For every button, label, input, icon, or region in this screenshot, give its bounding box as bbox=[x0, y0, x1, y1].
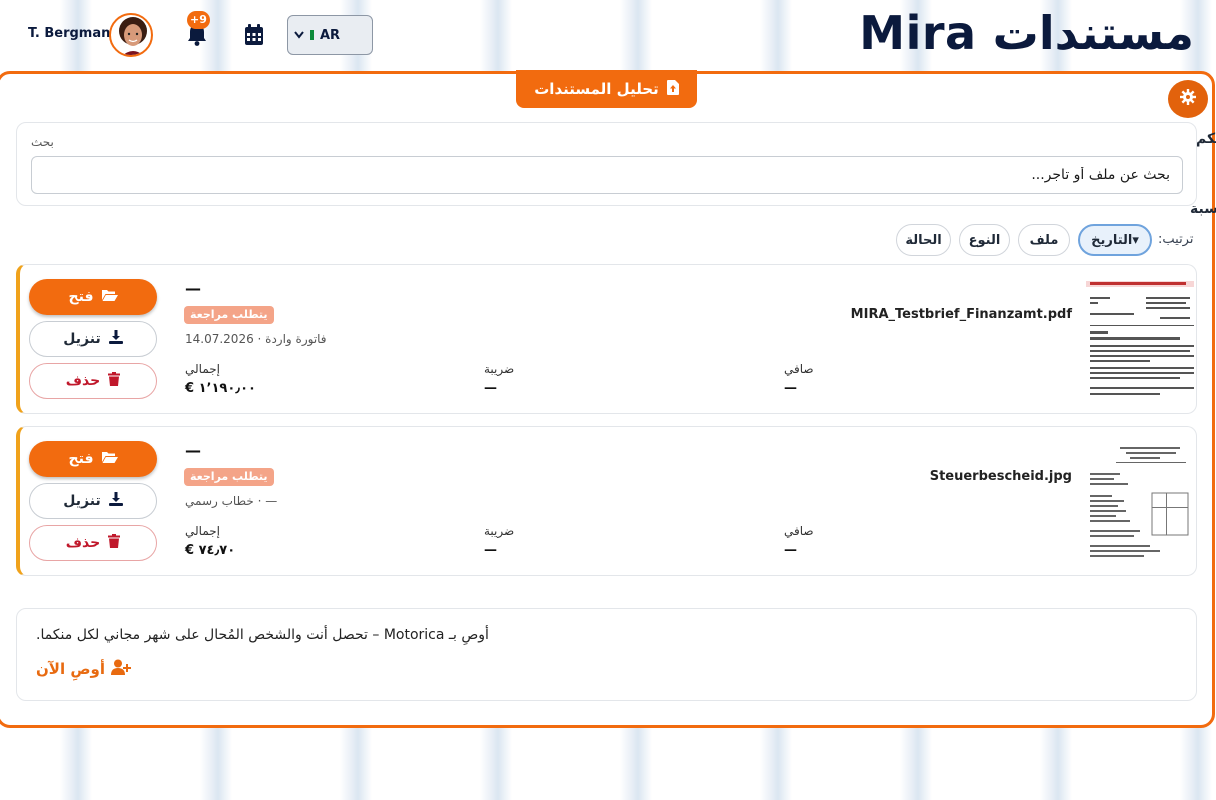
tax-value: — bbox=[484, 381, 497, 396]
upload-label: تحليل المستندات bbox=[534, 80, 659, 98]
document-title: — bbox=[185, 279, 201, 298]
net-label: صافي bbox=[784, 524, 814, 538]
delete-button[interactable]: حذف bbox=[29, 363, 157, 399]
trash-icon bbox=[108, 534, 121, 552]
search-input[interactable] bbox=[31, 156, 1183, 194]
file-name[interactable]: Steuerbescheid.jpg bbox=[930, 469, 1072, 484]
download-button[interactable]: تنزيل bbox=[29, 321, 157, 357]
user-plus-icon bbox=[110, 659, 131, 679]
search-card: بحث bbox=[16, 122, 1197, 206]
language-select[interactable]: AR bbox=[287, 15, 373, 55]
open-button[interactable]: فتح bbox=[29, 441, 157, 477]
language-code: AR bbox=[320, 27, 341, 43]
total-label: إجمالي bbox=[185, 524, 221, 538]
delete-label: حذف bbox=[65, 535, 101, 551]
open-label: فتح bbox=[68, 289, 94, 305]
app-title: مستندات Mira bbox=[859, 6, 1194, 60]
net-value: — bbox=[784, 381, 797, 396]
search-label: بحث bbox=[31, 135, 54, 149]
folder-open-icon bbox=[101, 451, 118, 467]
document-meta: فاتورة واردة · 14.07.2026 bbox=[185, 332, 327, 346]
document-thumbnail[interactable] bbox=[1086, 275, 1194, 407]
folder-open-icon bbox=[101, 289, 118, 305]
status-badge: يتطلب مراجعة bbox=[184, 468, 274, 486]
tax-label: ضريبة bbox=[484, 362, 515, 376]
sort-chip-date[interactable]: التاريخ▾ bbox=[1078, 224, 1152, 256]
open-button[interactable]: فتح bbox=[29, 279, 157, 315]
download-label: تنزيل bbox=[63, 331, 101, 347]
settings-button[interactable] bbox=[1168, 80, 1208, 118]
flag-icon bbox=[310, 30, 314, 40]
upload-documents-button[interactable]: تحليل المستندات bbox=[516, 70, 697, 108]
chevron-down-icon bbox=[294, 28, 304, 43]
file-upload-icon bbox=[666, 79, 679, 99]
notification-badge: +9 bbox=[187, 11, 210, 29]
document-card[interactable]: فتح تنزيل حذف — يتطلب مراجعة فاتورة وارد… bbox=[16, 264, 1197, 414]
document-meta: خطاب رسمي · — bbox=[185, 494, 278, 508]
user-name[interactable]: T. Bergmann bbox=[28, 26, 120, 41]
total-label: إجمالي bbox=[185, 362, 221, 376]
status-badge: يتطلب مراجعة bbox=[184, 306, 274, 324]
document-card[interactable]: فتح تنزيل حذف — يتطلب مراجعة خطاب رسمي ·… bbox=[16, 426, 1197, 576]
download-button[interactable]: تنزيل bbox=[29, 483, 157, 519]
sort-label: ترتيب: bbox=[1158, 232, 1194, 247]
download-icon bbox=[108, 330, 123, 348]
sort-chip-file[interactable]: ملف bbox=[1018, 224, 1070, 256]
open-label: فتح bbox=[68, 451, 94, 467]
document-thumbnail[interactable] bbox=[1086, 437, 1194, 569]
referral-card: أوصِ بـ Motorica – تحصل أنت والشخص المُح… bbox=[16, 608, 1197, 701]
total-value: € ١٬١٩٠٫٠٠ bbox=[185, 381, 256, 396]
trash-icon bbox=[108, 372, 121, 390]
download-label: تنزيل bbox=[63, 493, 101, 509]
referral-link-label: أوصِ الآن bbox=[36, 660, 105, 678]
sort-chip-status[interactable]: الحالة bbox=[896, 224, 951, 256]
referral-text: أوصِ بـ Motorica – تحصل أنت والشخص المُح… bbox=[36, 627, 489, 643]
file-name[interactable]: MIRA_Testbrief_Finanzamt.pdf bbox=[851, 307, 1072, 322]
document-title: — bbox=[185, 441, 201, 460]
gear-icon bbox=[1180, 89, 1196, 109]
total-value: € ٧٤٫٧٠ bbox=[185, 543, 236, 558]
net-value: — bbox=[784, 543, 797, 558]
tax-label: ضريبة bbox=[484, 524, 515, 538]
calendar-icon[interactable] bbox=[244, 24, 264, 46]
download-icon bbox=[108, 492, 123, 510]
avatar[interactable] bbox=[109, 13, 153, 57]
delete-label: حذف bbox=[65, 373, 101, 389]
net-label: صافي bbox=[784, 362, 814, 376]
referral-link[interactable]: أوصِ الآن bbox=[36, 659, 131, 679]
sort-chip-type[interactable]: النوع bbox=[959, 224, 1010, 256]
delete-button[interactable]: حذف bbox=[29, 525, 157, 561]
clipped-label: سبة bbox=[1190, 201, 1216, 217]
clipped-label: حكم bbox=[1196, 131, 1216, 147]
tax-value: — bbox=[484, 543, 497, 558]
